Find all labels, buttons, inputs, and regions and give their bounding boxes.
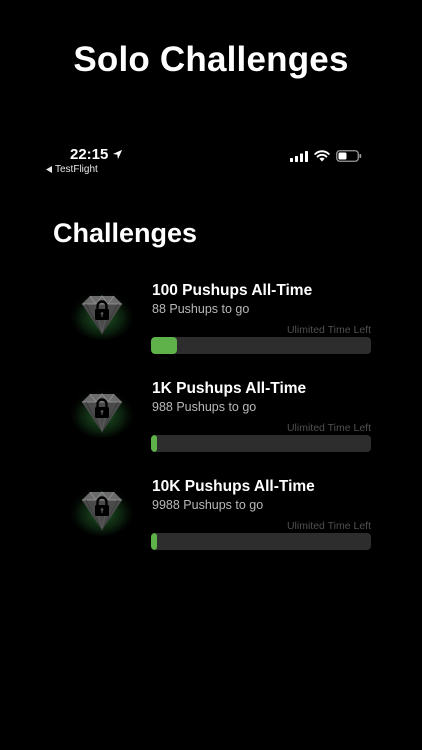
back-app-label: TestFlight bbox=[55, 164, 98, 175]
location-arrow-icon bbox=[113, 149, 123, 160]
locked-diamond-icon bbox=[70, 386, 134, 438]
challenge-title: 1K Pushups All-Time bbox=[152, 380, 307, 397]
locked-diamond-icon bbox=[70, 484, 134, 536]
progress-bar bbox=[151, 337, 371, 354]
back-triangle-icon bbox=[46, 166, 52, 173]
locked-diamond-icon bbox=[70, 288, 134, 340]
challenge-time-left: Ulimited Time Left bbox=[286, 520, 371, 532]
cellular-signal-icon bbox=[290, 150, 308, 162]
challenge-card[interactable]: 1K Pushups All-Time 988 Pushups to go Ul… bbox=[0, 376, 422, 466]
challenge-remaining: 988 Pushups to go bbox=[152, 400, 257, 414]
status-time: 22:15 bbox=[70, 146, 123, 163]
progress-bar bbox=[151, 533, 371, 550]
back-to-app-button[interactable]: TestFlight bbox=[46, 164, 98, 175]
promo-title: Solo Challenges bbox=[73, 40, 349, 79]
status-indicators bbox=[290, 150, 362, 162]
challenge-time-left: Ulimited Time Left bbox=[286, 324, 371, 336]
challenge-title: 10K Pushups All-Time bbox=[152, 478, 315, 495]
progress-fill bbox=[151, 337, 178, 354]
page-title: Challenges bbox=[53, 218, 198, 248]
challenge-time-left: Ulimited Time Left bbox=[286, 422, 371, 434]
challenge-card[interactable]: 10K Pushups All-Time 9988 Pushups to go … bbox=[0, 474, 422, 564]
progress-fill bbox=[151, 533, 157, 550]
challenge-remaining: 88 Pushups to go bbox=[152, 302, 250, 316]
challenge-title: 100 Pushups All-Time bbox=[152, 282, 313, 299]
challenge-card[interactable]: 100 Pushups All-Time 88 Pushups to go Ul… bbox=[0, 278, 422, 368]
challenge-remaining: 9988 Pushups to go bbox=[152, 498, 264, 512]
wifi-icon bbox=[314, 150, 330, 162]
status-time-label: 22:15 bbox=[70, 146, 109, 163]
battery-icon bbox=[336, 150, 362, 162]
status-bar: 22:15 TestFlight bbox=[0, 144, 422, 180]
progress-fill bbox=[151, 435, 157, 452]
progress-bar bbox=[151, 435, 371, 452]
